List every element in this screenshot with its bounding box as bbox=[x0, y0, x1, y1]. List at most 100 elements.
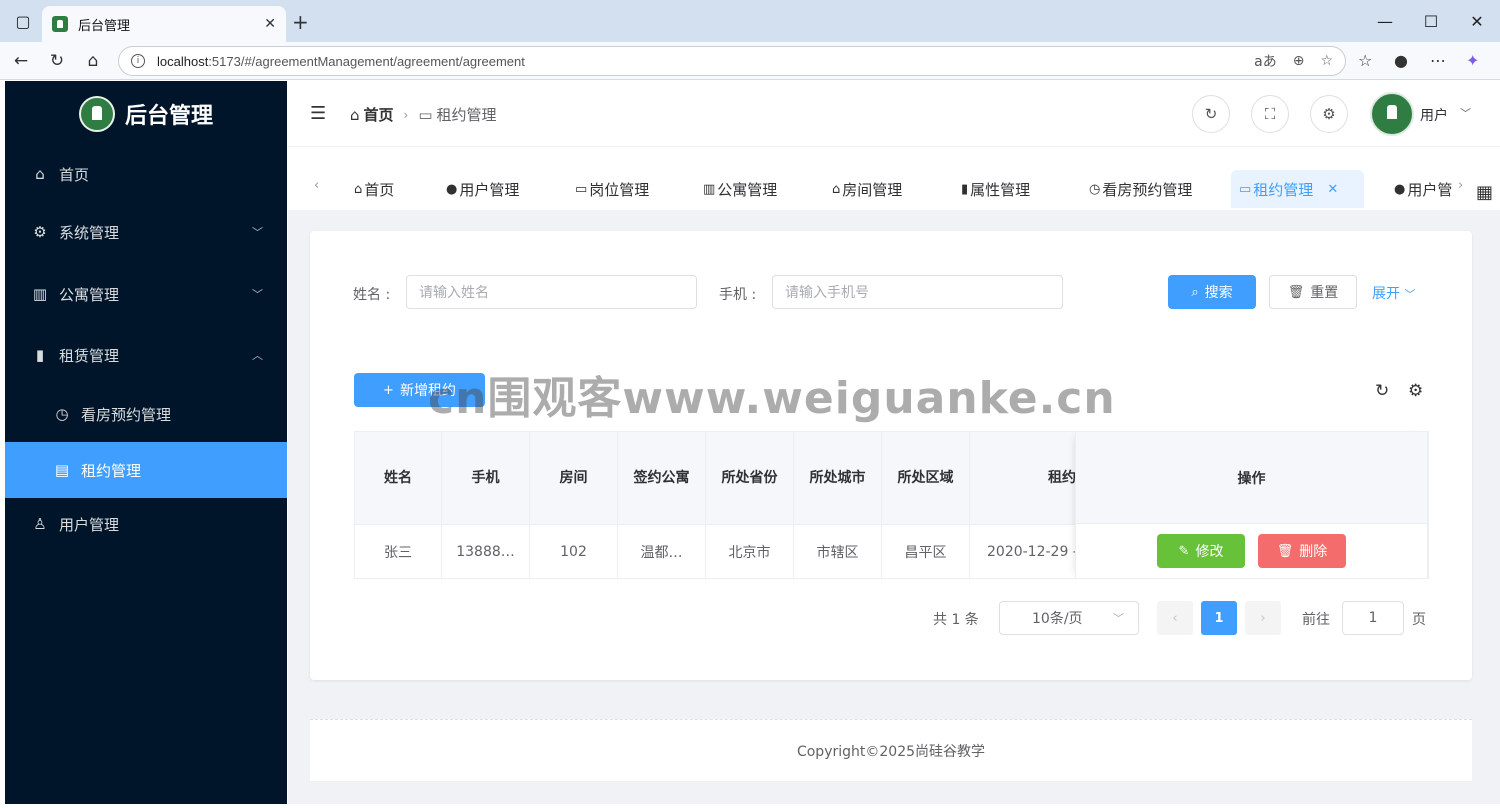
add-agreement-button[interactable]: + 新增租约 bbox=[354, 373, 485, 407]
clipboard-icon: ▮ bbox=[961, 181, 969, 197]
browser-tab-title: 后台管理 bbox=[78, 18, 131, 34]
sidebar-item-viewing[interactable]: ◷ 看房预约管理 bbox=[5, 386, 287, 442]
gear-icon: ⚙ bbox=[1322, 105, 1336, 123]
column-header[interactable]: 房间 bbox=[529, 431, 618, 525]
chevron-up-icon: ︿ bbox=[252, 349, 263, 362]
table-cell: 102 bbox=[529, 524, 618, 579]
page-size-select[interactable]: 10条/页 ﹀ bbox=[999, 601, 1139, 635]
sidebar-item-label: 看房预约管理 bbox=[81, 405, 172, 424]
name-input[interactable]: 请输入姓名 bbox=[406, 275, 697, 309]
close-icon[interactable]: ✕ bbox=[1327, 182, 1338, 197]
chevron-right-icon: › bbox=[403, 107, 409, 122]
new-tab-icon[interactable]: + bbox=[292, 10, 309, 34]
search-icon: ⌕ bbox=[1191, 284, 1199, 300]
trash-icon: 🗑 bbox=[1287, 284, 1305, 300]
tab-viewing[interactable]: ◷ 看房预约管理 bbox=[1081, 170, 1200, 208]
more-icon[interactable]: ⋯ bbox=[1430, 51, 1446, 70]
expand-link[interactable]: 展开 ﹀ bbox=[1372, 283, 1415, 303]
header: ☰ ⌂ 首页 › ▭ 租约管理 ↻ ⛶ ⚙ 用户 ﹀ bbox=[288, 81, 1500, 147]
sidebar-item-system[interactable]: ⚙ 系统管理 ﹀ bbox=[5, 204, 287, 260]
user-icon: ♙ bbox=[33, 515, 47, 533]
table-cell: 北京市 bbox=[705, 524, 794, 579]
sidebar-item-label: 租约管理 bbox=[81, 461, 142, 480]
browser-tab[interactable]: 后台管理 ✕ bbox=[42, 6, 286, 42]
refresh-button[interactable]: ↻ bbox=[1192, 95, 1230, 133]
goto-page-input[interactable]: 1 bbox=[1342, 601, 1404, 635]
search-button[interactable]: ⌕ 搜索 bbox=[1168, 275, 1256, 309]
address-bar[interactable]: i localhost:5173/#/agreementManagement/a… bbox=[118, 46, 1346, 76]
footer: Copyright©2025尚硅谷教学 bbox=[310, 719, 1472, 781]
info-icon[interactable]: i bbox=[131, 54, 145, 68]
operation-column: 操作 ✎ 修改 🗑 删除 bbox=[1075, 431, 1428, 579]
profile-icon[interactable]: ● bbox=[1394, 51, 1408, 70]
grid-icon[interactable]: ▦ bbox=[1476, 182, 1493, 203]
tab-users[interactable]: ● 用户管理 bbox=[438, 170, 527, 208]
sidebar-item-lease[interactable]: ▮ 租赁管理 ︿ bbox=[5, 327, 287, 383]
page-number-button[interactable]: 1 bbox=[1201, 601, 1237, 635]
copilot-icon[interactable]: ✦ bbox=[1466, 51, 1479, 70]
close-window-icon[interactable]: ✕ bbox=[1454, 0, 1500, 42]
tab-attributes[interactable]: ▮ 属性管理 bbox=[953, 170, 1038, 208]
chevron-right-icon[interactable]: › bbox=[1458, 178, 1463, 193]
user-icon: ● bbox=[446, 181, 458, 197]
chevron-left-icon[interactable]: ‹ bbox=[314, 178, 319, 193]
sidebar-item-home[interactable]: ⌂ 首页 bbox=[5, 146, 287, 202]
sidebar-item-label: 租赁管理 bbox=[59, 346, 120, 365]
home-icon[interactable]: ⌂ bbox=[82, 50, 104, 72]
books-icon: ▮ bbox=[35, 346, 45, 364]
back-icon[interactable]: ← bbox=[10, 50, 32, 72]
sidebar-item-users[interactable]: ♙ 用户管理 bbox=[5, 496, 287, 552]
tab-agreement[interactable]: ▭ 租约管理 ✕ bbox=[1231, 170, 1364, 208]
column-header[interactable]: 所处省份 bbox=[705, 431, 794, 525]
column-header[interactable]: 所处区域 bbox=[881, 431, 970, 525]
sidebar-item-label: 首页 bbox=[59, 165, 90, 184]
tab-positions[interactable]: ▭ 岗位管理 bbox=[567, 170, 657, 208]
sidebar: 后台管理 ⌂ 首页 ⚙ 系统管理 ﹀ ▥ 公寓管理 ﹀ ▮ 租赁管理 ︿ ◷ 看… bbox=[5, 81, 287, 804]
breadcrumb-home[interactable]: 首页 bbox=[364, 104, 394, 125]
column-header[interactable]: 姓名 bbox=[354, 431, 442, 525]
zoom-icon[interactable]: ⊕ bbox=[1293, 53, 1305, 69]
close-tab-icon[interactable]: ✕ bbox=[264, 16, 276, 32]
delete-button[interactable]: 🗑 删除 bbox=[1258, 534, 1346, 568]
sidebar-item-label: 系统管理 bbox=[59, 223, 120, 242]
tab-actions-icon[interactable]: ▢ bbox=[0, 0, 46, 42]
favorite-star-icon[interactable]: ☆ bbox=[1320, 53, 1333, 69]
column-header[interactable]: 签约公寓 bbox=[617, 431, 706, 525]
document-icon: ▤ bbox=[54, 461, 70, 479]
chevron-down-icon[interactable]: ﹀ bbox=[1460, 105, 1471, 121]
tab-home[interactable]: ⌂ 首页 bbox=[346, 170, 402, 208]
avatar[interactable] bbox=[1370, 92, 1414, 136]
building-icon: ▥ bbox=[703, 181, 716, 197]
tab-users-2[interactable]: ● 用户管 bbox=[1386, 170, 1456, 208]
reset-button[interactable]: 🗑 重置 bbox=[1269, 275, 1357, 309]
breadcrumb-current: 租约管理 bbox=[436, 106, 497, 124]
settings-button[interactable]: ⚙ bbox=[1310, 95, 1348, 133]
maximize-icon[interactable]: ☐ bbox=[1408, 0, 1454, 42]
phone-input[interactable]: 请输入手机号 bbox=[772, 275, 1063, 309]
sidebar-item-apartment[interactable]: ▥ 公寓管理 ﹀ bbox=[5, 266, 287, 322]
user-name[interactable]: 用户 bbox=[1420, 105, 1448, 125]
edit-icon: ✎ bbox=[1178, 543, 1190, 559]
column-header[interactable]: 所处城市 bbox=[793, 431, 882, 525]
menu-fold-icon[interactable]: ☰ bbox=[310, 103, 326, 124]
favorites-icon[interactable]: ☆ bbox=[1358, 51, 1372, 70]
next-page-button[interactable]: › bbox=[1245, 601, 1281, 635]
table-cell: 市辖区 bbox=[793, 524, 882, 579]
minimize-icon[interactable]: — bbox=[1362, 0, 1408, 42]
reload-icon[interactable]: ↻ bbox=[46, 50, 68, 72]
edit-button[interactable]: ✎ 修改 bbox=[1157, 534, 1245, 568]
column-header[interactable]: 手机 bbox=[441, 431, 530, 525]
prev-page-button[interactable]: ‹ bbox=[1157, 601, 1193, 635]
fullscreen-button[interactable]: ⛶ bbox=[1251, 95, 1289, 133]
tab-apartments[interactable]: ▥ 公寓管理 bbox=[695, 170, 785, 208]
tab-rooms[interactable]: ⌂ 房间管理 bbox=[824, 170, 910, 208]
refresh-icon[interactable]: ↻ bbox=[1375, 381, 1389, 401]
read-aloud-icon[interactable]: aあ bbox=[1254, 51, 1277, 71]
gear-icon[interactable]: ⚙ bbox=[1408, 381, 1423, 401]
page-suffix: 页 bbox=[1412, 612, 1426, 628]
chevron-down-icon: ﹀ bbox=[252, 288, 263, 301]
logo: 后台管理 bbox=[5, 81, 287, 147]
sidebar-item-agreement[interactable]: ▤ 租约管理 bbox=[5, 442, 287, 498]
browser-toolbar: ← ↻ ⌂ i localhost:5173/#/agreementManage… bbox=[0, 42, 1500, 80]
home-icon: ⌂ bbox=[350, 105, 360, 124]
